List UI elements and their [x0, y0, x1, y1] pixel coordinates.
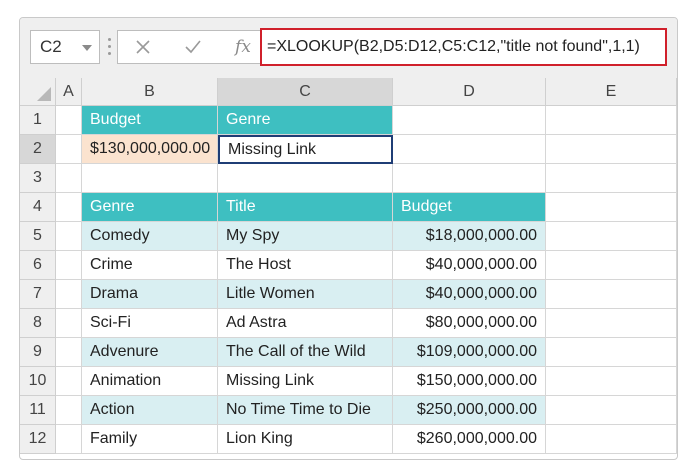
select-all-button[interactable]	[20, 78, 56, 106]
row-header-6[interactable]: 6	[20, 251, 56, 280]
cell-e2[interactable]	[546, 135, 677, 164]
check-icon[interactable]	[168, 31, 218, 63]
row-header-7[interactable]: 7	[20, 280, 56, 309]
cell-a5[interactable]	[56, 222, 82, 251]
column-header-b[interactable]: B	[82, 78, 218, 106]
cell-e11[interactable]	[546, 396, 677, 425]
cell-a12[interactable]	[56, 425, 82, 454]
cell-c6[interactable]: The Host	[218, 251, 393, 280]
name-box[interactable]: C2	[30, 30, 100, 64]
cell-a11[interactable]	[56, 396, 82, 425]
cell-b6[interactable]: Crime	[82, 251, 218, 280]
cell-d1[interactable]	[393, 106, 546, 135]
spreadsheet-window: C2 fx =XLOOKUP(B2,D5:D12,C5:C12,"title n…	[19, 17, 678, 460]
cell-a1[interactable]	[56, 106, 82, 135]
cell-d8[interactable]: $80,000,000.00	[393, 309, 546, 338]
cell-e6[interactable]	[546, 251, 677, 280]
name-box-value: C2	[40, 37, 62, 56]
cell-b7[interactable]: Drama	[82, 280, 218, 309]
formula-input[interactable]: =XLOOKUP(B2,D5:D12,C5:C12,"title not fou…	[260, 28, 667, 66]
cell-b10[interactable]: Animation	[82, 367, 218, 396]
cell-a8[interactable]	[56, 309, 82, 338]
cell-d11[interactable]: $250,000,000.00	[393, 396, 546, 425]
cell-c5[interactable]: My Spy	[218, 222, 393, 251]
cell-d4[interactable]: Budget	[393, 193, 546, 222]
drag-handle-icon[interactable]	[108, 38, 112, 56]
cell-e1[interactable]	[546, 106, 677, 135]
cell-e7[interactable]	[546, 280, 677, 309]
row-header-11[interactable]: 11	[20, 396, 56, 425]
cell-a7[interactable]	[56, 280, 82, 309]
formula-bar: C2 fx =XLOOKUP(B2,D5:D12,C5:C12,"title n…	[20, 18, 677, 79]
row-header-9[interactable]: 9	[20, 338, 56, 367]
column-header-d[interactable]: D	[393, 78, 546, 106]
cell-c7[interactable]: Litle Women	[218, 280, 393, 309]
cell-c9[interactable]: The Call of the Wild	[218, 338, 393, 367]
row-header-3[interactable]: 3	[20, 164, 56, 193]
cell-d5[interactable]: $18,000,000.00	[393, 222, 546, 251]
cell-c12[interactable]: Lion King	[218, 425, 393, 454]
chevron-down-icon[interactable]	[82, 45, 92, 51]
cell-d12[interactable]: $260,000,000.00	[393, 425, 546, 454]
cell-c11[interactable]: No Time Time to Die	[218, 396, 393, 425]
row-header-12[interactable]: 12	[20, 425, 56, 454]
cell-e12[interactable]	[546, 425, 677, 454]
cell-a10[interactable]	[56, 367, 82, 396]
cell-b1[interactable]: Budget	[82, 106, 218, 135]
cell-a4[interactable]	[56, 193, 82, 222]
row-header-8[interactable]: 8	[20, 309, 56, 338]
cell-b8[interactable]: Sci-Fi	[82, 309, 218, 338]
row-header-5[interactable]: 5	[20, 222, 56, 251]
cell-d10[interactable]: $150,000,000.00	[393, 367, 546, 396]
cell-e8[interactable]	[546, 309, 677, 338]
cell-d9[interactable]: $109,000,000.00	[393, 338, 546, 367]
cell-e10[interactable]	[546, 367, 677, 396]
cell-e5[interactable]	[546, 222, 677, 251]
row-header-10[interactable]: 10	[20, 367, 56, 396]
cell-c8[interactable]: Ad Astra	[218, 309, 393, 338]
column-header-a[interactable]: A	[56, 78, 82, 106]
cell-c10[interactable]: Missing Link	[218, 367, 393, 396]
cell-c3[interactable]	[218, 164, 393, 193]
cell-a6[interactable]	[56, 251, 82, 280]
cell-c1[interactable]: Genre	[218, 106, 393, 135]
worksheet-grid: A B C D E 1 Budget Genre 2 $130,000,000.00 Mi…	[20, 78, 677, 459]
cell-d6[interactable]: $40,000,000.00	[393, 251, 546, 280]
cell-b3[interactable]	[82, 164, 218, 193]
column-header-e[interactable]: E	[546, 78, 677, 106]
cell-a3[interactable]	[56, 164, 82, 193]
cell-d3[interactable]	[393, 164, 546, 193]
column-header-c[interactable]: C	[218, 78, 393, 106]
cell-b11[interactable]: Action	[82, 396, 218, 425]
cell-b4[interactable]: Genre	[82, 193, 218, 222]
x-icon[interactable]	[118, 31, 168, 63]
formula-actions: fx	[117, 30, 269, 64]
cell-e4[interactable]	[546, 193, 677, 222]
cell-b2[interactable]: $130,000,000.00	[82, 135, 218, 164]
cell-c2[interactable]: Missing Link	[218, 135, 393, 164]
row-header-4[interactable]: 4	[20, 193, 56, 222]
cell-e3[interactable]	[546, 164, 677, 193]
cell-a9[interactable]	[56, 338, 82, 367]
cell-d2[interactable]	[393, 135, 546, 164]
cell-b12[interactable]: Family	[82, 425, 218, 454]
cell-b5[interactable]: Comedy	[82, 222, 218, 251]
row-header-1[interactable]: 1	[20, 106, 56, 135]
cell-d7[interactable]: $40,000,000.00	[393, 280, 546, 309]
cell-c4[interactable]: Title	[218, 193, 393, 222]
cell-e9[interactable]	[546, 338, 677, 367]
cell-b9[interactable]: Advenure	[82, 338, 218, 367]
row-header-2[interactable]: 2	[20, 135, 56, 164]
cell-a2[interactable]	[56, 135, 82, 164]
